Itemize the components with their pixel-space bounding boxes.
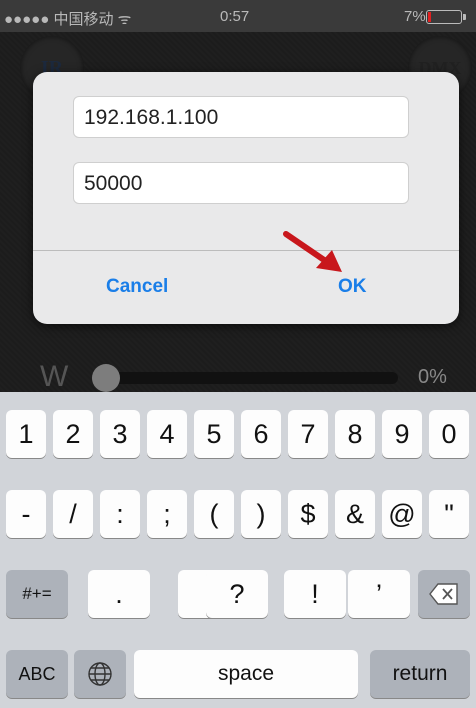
keyboard: 1 2 3 4 5 6 7 8 9 0 - / : ; ( ) $ & @ " … — [0, 392, 476, 708]
key-8[interactable]: 8 — [335, 410, 375, 458]
carrier-label: ●●●●● 中国移动 ᯤ — [4, 11, 132, 28]
key-colon[interactable]: : — [100, 490, 140, 538]
globe-key[interactable] — [74, 650, 126, 698]
globe-icon — [88, 662, 112, 686]
battery-percent: 7% — [404, 8, 426, 25]
key-2[interactable]: 2 — [53, 410, 93, 458]
key-close-paren[interactable]: ) — [241, 490, 281, 538]
key-4[interactable]: 4 — [147, 410, 187, 458]
key-dollar[interactable]: $ — [288, 490, 328, 538]
red-arrow-icon — [283, 231, 342, 272]
key-semicolon[interactable]: ; — [147, 490, 187, 538]
key-5[interactable]: 5 — [194, 410, 234, 458]
clock: 0:57 — [220, 8, 250, 25]
white-percent: 0% — [418, 366, 447, 388]
key-slash[interactable]: / — [53, 490, 93, 538]
key-at[interactable]: @ — [382, 490, 422, 538]
key-7[interactable]: 7 — [288, 410, 328, 458]
key-question[interactable]: ? — [206, 570, 268, 618]
backspace-key[interactable] — [418, 570, 470, 618]
white-slider-thumb[interactable] — [92, 364, 120, 392]
key-3[interactable]: 3 — [100, 410, 140, 458]
cancel-button[interactable]: Cancel — [106, 276, 168, 298]
key-exclamation[interactable]: ! — [284, 570, 346, 618]
white-channel-row: W 0% — [0, 360, 476, 394]
backspace-icon — [429, 583, 458, 605]
battery-cap — [463, 14, 466, 20]
key-0[interactable]: 0 — [429, 410, 469, 458]
key-apostrophe[interactable]: ’ — [348, 570, 410, 618]
key-more-symbols[interactable]: #+= — [6, 570, 68, 618]
battery-icon — [426, 10, 462, 24]
connection-dialog: 192.168.1.100 50000 Cancel OK — [33, 72, 459, 324]
ip-address-field[interactable]: 192.168.1.100 — [73, 96, 409, 138]
key-ampersand[interactable]: & — [335, 490, 375, 538]
white-slider-track[interactable] — [100, 372, 398, 384]
key-period[interactable]: . — [88, 570, 150, 618]
ok-button[interactable]: OK — [338, 276, 367, 298]
white-channel-label: W — [40, 360, 69, 393]
return-key[interactable]: return — [370, 650, 470, 698]
key-9[interactable]: 9 — [382, 410, 422, 458]
status-bar: ●●●●● 中国移动 ᯤ 0:57 7% — [0, 0, 476, 32]
key-6[interactable]: 6 — [241, 410, 281, 458]
space-key[interactable]: space — [134, 650, 358, 698]
key-hyphen[interactable]: - — [6, 490, 46, 538]
key-abc[interactable]: ABC — [6, 650, 68, 698]
key-1[interactable]: 1 — [6, 410, 46, 458]
dialog-divider — [33, 250, 459, 251]
key-open-paren[interactable]: ( — [194, 490, 234, 538]
key-quote[interactable]: " — [429, 490, 469, 538]
port-field[interactable]: 50000 — [73, 162, 409, 204]
